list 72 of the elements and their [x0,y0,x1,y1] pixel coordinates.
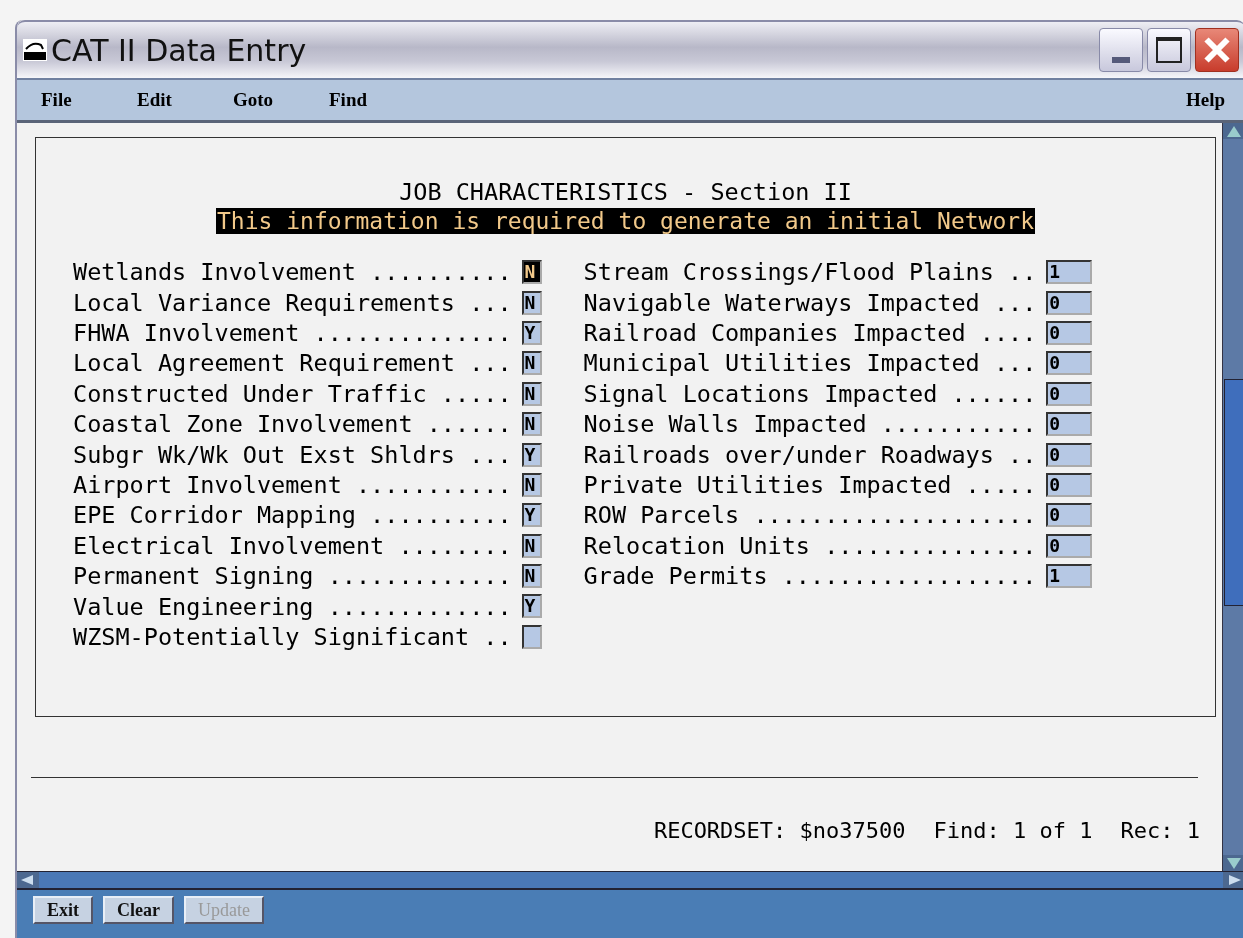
input-field[interactable]: N [521,564,542,589]
menu-item[interactable]: File [41,89,137,111]
maximize-icon [1156,37,1182,63]
field-label: FHWA Involvement .............. [73,319,512,347]
field-label: Constructed Under Traffic ..... [73,379,512,408]
close-button[interactable] [1195,28,1239,72]
field-label: Coastal Zone Involvement ...... [73,410,512,439]
action-button[interactable]: Exit [33,896,93,924]
field-label: Local Variance Requirements ... [73,288,512,317]
input-field[interactable]: 0 [1046,533,1093,558]
input-field[interactable]: 0 [1046,320,1093,345]
status-text: Find: 1 of 1 [933,818,1093,843]
minimize-button[interactable] [1099,28,1143,72]
input-field[interactable]: 0 [1046,412,1093,437]
input-field[interactable]: Y [521,320,542,345]
field-label: Railroad Companies Impacted .... [583,319,1037,347]
input-field[interactable]: N [521,533,542,558]
input-field[interactable]: 0 [1046,381,1093,406]
field-label: Local Agreement Requirement ... [73,349,512,378]
input-field[interactable]: 0 [1046,503,1093,528]
input-field[interactable]: N [521,381,542,406]
field-label: Subgr Wk/Wk Out Exst Shldrs ... [73,440,512,469]
scroll-left-icon[interactable] [17,872,39,888]
input-field[interactable]: 1 [1046,260,1093,285]
window-title: CAT II Data Entry [51,32,307,68]
field-label: Noise Walls Impacted ........... [583,410,1037,439]
field-label: WZSM-Potentially Significant .. [73,622,512,651]
field-label: Permanent Signing ............. [73,562,512,591]
input-field[interactable]: Y [521,442,542,467]
field-label: Signal Locations Impacted ...... [583,379,1037,408]
field-label: Wetlands Involvement .......... [73,258,512,287]
input-field[interactable]: 0 [1046,351,1093,376]
action-button[interactable]: Clear [103,896,174,924]
scroll-right-icon[interactable] [1223,872,1243,888]
input-field[interactable]: Y [521,594,542,619]
field-label: Grade Permits .................. [583,562,1037,591]
field-label: Airport Involvement ........... [73,470,512,499]
status-text: Rec: 1 [1120,818,1200,843]
field-label: Private Utilities Impacted ..... [583,470,1037,499]
input-field[interactable]: N [521,351,542,376]
app-icon [23,39,47,61]
input-field[interactable]: Y [521,503,542,528]
menu-item[interactable]: Find [329,89,425,111]
section-heading: JOB CHARACTERISTICS - Section II [398,178,853,206]
minimize-icon [1112,57,1130,63]
input-field[interactable]: N [521,260,542,285]
field-label: EPE Corridor Mapping .......... [73,501,512,530]
field-label: Relocation Units ............... [583,531,1037,560]
input-field[interactable]: N [521,412,542,437]
menu-item[interactable]: Help [1185,89,1225,111]
field-label: Value Engineering ............. [73,592,512,621]
field-label: Stream Crossings/Flood Plains .. [583,258,1037,287]
status-text: RECORDSET: $no37500 [653,818,906,843]
field-label: Railroads over/under Roadways .. [583,440,1037,469]
scroll-down-icon[interactable] [1223,855,1243,871]
input-field[interactable]: N [521,472,542,497]
close-icon [1202,35,1232,65]
field-label: ROW Parcels .................... [583,501,1037,530]
field-label: Municipal Utilities Impacted ... [583,349,1037,378]
input-field[interactable] [521,624,542,649]
notice-text: This information is required to generate an initial Network [216,208,1035,234]
menu-item[interactable]: Edit [137,89,233,111]
input-field[interactable]: 0 [1046,442,1093,467]
maximize-button[interactable] [1147,28,1191,72]
input-field[interactable]: 0 [1046,472,1093,497]
input-field[interactable]: N [521,290,542,315]
input-field[interactable]: 0 [1046,290,1093,315]
menu-item[interactable]: Goto [233,89,329,111]
scroll-up-icon[interactable] [1223,123,1243,139]
field-label: Navigable Waterways Impacted ... [583,288,1037,317]
input-field[interactable]: 1 [1046,564,1093,589]
field-label: Electrical Involvement ........ [73,531,512,560]
